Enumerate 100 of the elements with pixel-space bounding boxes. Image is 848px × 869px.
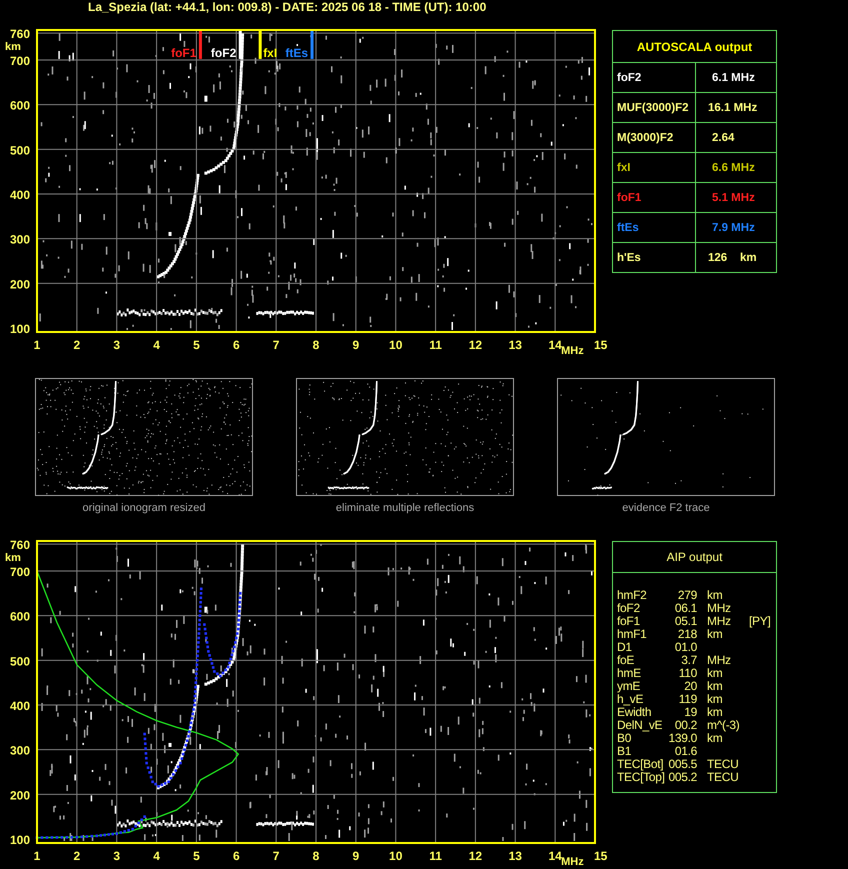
parameter-name: ymE <box>617 680 640 693</box>
parameter-name: foE <box>617 654 634 667</box>
axis-label: 11 <box>429 849 442 863</box>
parameter-value: 00.2 <box>674 719 697 732</box>
parameter-value: 005.5 <box>668 758 697 771</box>
parameter-unit: MHz <box>707 615 731 628</box>
parameter-name: hmF1 <box>617 628 646 641</box>
axis-label: 3 <box>113 338 120 352</box>
axis-label: 500 <box>10 143 30 158</box>
parameter-name: D1 <box>617 641 632 654</box>
marker-label: ftEs <box>285 46 308 60</box>
axis-label: 10 <box>389 338 402 352</box>
axis-label: 500 <box>10 654 30 668</box>
parameter-value: 139.0 <box>668 732 697 745</box>
axis-label: 13 <box>508 338 522 352</box>
parameter-name: MUF(3000)F2 <box>617 102 689 114</box>
axis-label: 200 <box>10 788 30 802</box>
axis-label: 700 <box>10 564 30 579</box>
parameter-value: 6.1 MHz <box>712 72 755 84</box>
axis-label: 14 <box>548 849 562 863</box>
parameter-value: 2.64 <box>712 132 734 144</box>
parameter-unit: km <box>707 680 722 693</box>
parameter-value: 01.0 <box>674 641 697 654</box>
marker-label: fxI <box>263 46 278 60</box>
parameter-value: 119 <box>678 693 697 706</box>
parameter-name: ftEs <box>617 222 639 234</box>
axis-label: 1 <box>34 849 40 863</box>
parameter-name: foF2 <box>617 72 642 84</box>
axis-label: 1 <box>34 338 40 352</box>
parameter-value: 06.1 <box>674 602 697 615</box>
axis-label: 600 <box>10 98 30 113</box>
axis-unit: MHz <box>561 345 584 357</box>
parameter-unit: km <box>707 732 722 745</box>
parameter-name: hmE <box>617 667 641 680</box>
window-title: La_Spezia (lat: +44.1, lon: 009.8) - DATE: 2025 06 18 - TIME (UT): 10:00 <box>88 0 486 14</box>
axis-label: 3 <box>113 849 120 863</box>
axis-label: 4 <box>153 338 160 352</box>
axis-label: 2 <box>74 338 80 352</box>
panel-title: AUTOSCALA output <box>636 40 752 54</box>
parameter-value: 7.9 MHz <box>712 222 755 234</box>
parameter-name: TEC[Top] <box>617 771 665 784</box>
marker-label: foF1 <box>171 46 196 60</box>
parameter-value: 126 km <box>708 252 757 264</box>
parameter-name: foF1 <box>617 615 640 628</box>
parameter-unit: km <box>707 589 722 602</box>
parameter-value: 218 <box>678 628 697 641</box>
parameter-unit: MHz <box>707 654 731 667</box>
axis-label: 15 <box>594 338 608 352</box>
axis-label: 9 <box>352 338 360 352</box>
parameter-name: TEC[Bot] <box>617 758 664 771</box>
thumbnail-caption: eliminate multiple reflections <box>336 502 474 514</box>
axis-label: 7 <box>272 849 280 863</box>
parameter-unit: m^(-3) <box>707 719 740 732</box>
axis-label: 12 <box>468 849 482 863</box>
flag-label: [PY] <box>749 615 770 628</box>
parameter-name: Ewidth <box>617 706 652 719</box>
parameter-value: 16.1 MHz <box>708 102 758 114</box>
parameter-unit: TECU <box>707 771 738 784</box>
parameter-value: 5.1 MHz <box>712 192 755 204</box>
parameter-name: hmF2 <box>617 589 646 602</box>
axis-unit: km <box>5 41 21 53</box>
parameter-unit: TECU <box>707 758 738 771</box>
axis-label: 8 <box>312 849 320 863</box>
parameter-value: 6.6 MHz <box>712 162 755 174</box>
parameter-unit: km <box>707 693 722 706</box>
parameter-value: 279 <box>678 589 697 602</box>
axis-label: 600 <box>10 610 30 624</box>
parameter-name: h_vE <box>617 693 644 706</box>
thumbnail-caption: original ionogram resized <box>82 502 206 514</box>
axis-label: 10 <box>389 849 402 863</box>
parameter-value: 20 <box>684 680 697 693</box>
axis-label: 4 <box>153 849 160 863</box>
parameter-name: foF2 <box>617 602 640 615</box>
parameter-name: fxI <box>617 162 630 174</box>
parameter-name: B1 <box>617 745 632 758</box>
axis-label: 100 <box>10 322 30 336</box>
parameter-name: DelN_vE <box>617 719 662 732</box>
parameter-value: 19 <box>684 706 697 719</box>
axis-label: 9 <box>352 849 360 863</box>
axis-label: 760 <box>10 538 30 552</box>
axis-label: 300 <box>10 232 30 247</box>
parameter-value: 01.6 <box>674 745 697 758</box>
axis-label: 200 <box>10 277 30 292</box>
parameter-unit: km <box>707 667 722 680</box>
panel-title: AIP output <box>666 550 722 564</box>
parameter-unit: MHz <box>707 602 731 615</box>
thumbnail-caption: evidence F2 trace <box>622 502 710 514</box>
axis-label: 700 <box>10 54 30 68</box>
parameter-unit: km <box>707 706 722 719</box>
parameter-value: 05.1 <box>674 615 697 628</box>
parameter-value: 005.2 <box>668 771 697 784</box>
axis-label: 400 <box>10 188 30 202</box>
marker-label: foF2 <box>210 46 236 60</box>
axis-unit: km <box>5 552 21 564</box>
axis-label: 300 <box>10 744 30 758</box>
axis-label: 760 <box>10 27 30 42</box>
axis-label: 5 <box>193 338 200 352</box>
parameter-unit: km <box>707 628 722 641</box>
axis-label: 11 <box>429 338 442 352</box>
axis-label: 2 <box>74 849 80 863</box>
